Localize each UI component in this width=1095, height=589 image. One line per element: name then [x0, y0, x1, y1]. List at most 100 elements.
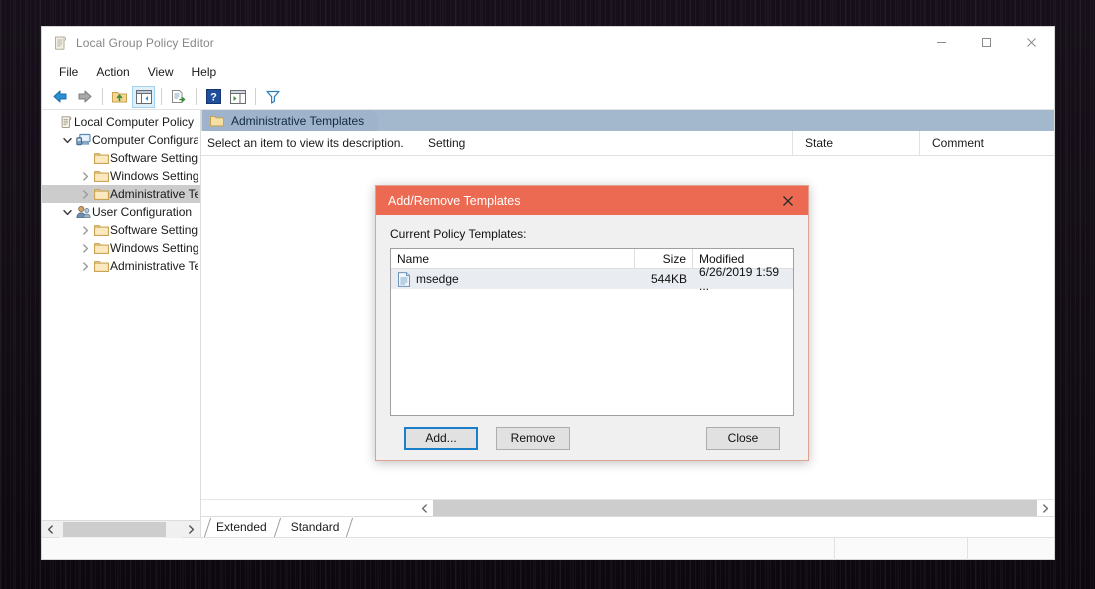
tab-standard-label: Standard	[290, 519, 340, 534]
details-scroll-thumb[interactable]	[433, 500, 1037, 516]
help-icon[interactable]: ?	[202, 86, 225, 108]
tree-item-software-settings[interactable]: Software Settings	[42, 221, 200, 239]
local-group-policy-editor-window: Local Group Policy Editor File Action Vi…	[41, 26, 1055, 560]
folder-icon	[93, 188, 110, 201]
up-folder-icon[interactable]	[108, 86, 131, 108]
minimize-button[interactable]	[919, 27, 964, 59]
templates-column-name[interactable]: Name	[391, 249, 635, 268]
menu-bar: File Action View Help	[42, 59, 1054, 84]
chevron-right-icon[interactable]	[1037, 499, 1054, 517]
tree-item-user-configuration[interactable]: User Configuration	[42, 203, 200, 221]
templates-list-view[interactable]: Name Size Modified msedge 544KB 6/26/2019 …	[390, 248, 794, 416]
tab-extended[interactable]: Extended	[203, 516, 281, 537]
tree-item-label: Windows Setting	[110, 169, 198, 183]
chevron-left-icon[interactable]	[416, 499, 433, 517]
status-bar	[42, 537, 1054, 560]
add-remove-templates-dialog: Add/Remove Templates Current Policy Temp…	[375, 185, 809, 461]
tree-item-windows-setting[interactable]: Windows Setting	[42, 239, 200, 257]
tree-horizontal-scrollbar[interactable]	[42, 520, 200, 538]
dialog-close-button[interactable]	[768, 186, 808, 215]
chevron-right-icon[interactable]	[78, 225, 93, 235]
dialog-title-bar: Add/Remove Templates	[376, 186, 808, 215]
svg-text:?: ?	[210, 92, 217, 104]
details-header-tab: Administrative Templates	[201, 110, 379, 131]
tree-item-label: Administrative Te	[110, 187, 198, 201]
window-title: Local Group Policy Editor	[76, 35, 214, 50]
chevron-right-icon[interactable]	[78, 243, 93, 253]
tab-slash-right	[346, 518, 354, 537]
close-dialog-button[interactable]: Close	[706, 426, 780, 450]
tab-slash-left	[203, 518, 212, 537]
menu-help[interactable]: Help	[183, 62, 226, 82]
back-icon[interactable]	[49, 86, 72, 108]
templates-column-size[interactable]: Size	[635, 249, 693, 268]
user-icon	[75, 205, 92, 219]
show-hide-tree-icon[interactable]	[132, 85, 155, 108]
window-controls	[919, 27, 1054, 59]
chevron-right-icon[interactable]	[78, 189, 93, 199]
column-header-comment[interactable]: Comment	[920, 131, 1054, 155]
details-header-title: Administrative Templates	[231, 113, 365, 128]
properties-icon[interactable]	[226, 86, 249, 108]
tree-item-local-computer-policy[interactable]: Local Computer Policy	[42, 113, 200, 131]
chevron-down-icon[interactable]	[60, 208, 75, 217]
tree-item-software-settings[interactable]: Software Settings	[42, 149, 200, 167]
details-header-fill	[378, 110, 1054, 131]
toolbar-separator	[196, 88, 197, 105]
tab-extended-label: Extended	[216, 519, 267, 534]
export-list-icon[interactable]	[167, 86, 190, 108]
status-cell-3	[968, 538, 1054, 560]
console-tree[interactable]: Local Computer Policy Computer Configura S…	[42, 110, 200, 520]
filter-icon[interactable]	[261, 86, 284, 108]
tree-item-administrative-te[interactable]: Administrative Te	[42, 185, 200, 203]
title-bar: Local Group Policy Editor	[42, 27, 1054, 59]
tree-scroll-thumb[interactable]	[63, 521, 166, 537]
console-tree-pane: Local Computer Policy Computer Configura S…	[42, 110, 201, 538]
chevron-right-icon[interactable]	[183, 521, 200, 538]
tree-item-label: Software Settings	[110, 151, 198, 165]
toolbar-separator	[255, 88, 256, 105]
template-file-icon	[397, 271, 411, 287]
template-row[interactable]: msedge 544KB 6/26/2019 1:59 ...	[391, 265, 793, 293]
tree-item-windows-setting[interactable]: Windows Setting	[42, 167, 200, 185]
computer-icon	[75, 133, 92, 147]
add-button[interactable]: Add...	[404, 426, 478, 450]
details-scroll-track[interactable]	[433, 500, 1037, 516]
toolbar: ?	[42, 84, 1054, 110]
column-header-setting[interactable]: Setting	[416, 131, 793, 155]
menu-view[interactable]: View	[139, 62, 183, 82]
template-name: msedge	[416, 272, 459, 286]
dialog-button-row: Add... Remove Close	[390, 416, 794, 460]
tree-item-label: User Configuration	[92, 205, 193, 219]
maximize-button[interactable]	[964, 27, 1009, 59]
tree-item-label: Software Settings	[110, 223, 198, 237]
folder-icon	[210, 115, 224, 127]
close-button[interactable]	[1009, 27, 1054, 59]
details-horizontal-scrollbar[interactable]	[201, 499, 1054, 517]
tree-item-label: Local Computer Policy	[74, 115, 195, 129]
remove-button[interactable]: Remove	[496, 426, 570, 450]
menu-file[interactable]: File	[50, 62, 87, 82]
folder-icon	[93, 260, 110, 273]
tab-standard[interactable]: Standard	[280, 516, 354, 537]
template-size-cell: 544KB	[650, 272, 687, 286]
template-name-cell: msedge	[391, 269, 635, 289]
tree-item-computer-configura[interactable]: Computer Configura	[42, 131, 200, 149]
chevron-left-icon[interactable]	[42, 521, 59, 538]
policy-scroll-icon	[52, 35, 68, 51]
chevron-down-icon[interactable]	[60, 136, 75, 145]
chevron-right-icon[interactable]	[78, 261, 93, 271]
forward-icon[interactable]	[73, 86, 96, 108]
tree-scroll-track[interactable]	[59, 520, 183, 538]
chevron-right-icon[interactable]	[78, 171, 93, 181]
column-header-row: Select an item to view its description. …	[201, 131, 1054, 156]
policy-scroll-icon	[57, 115, 74, 129]
tree-item-administrative-te[interactable]: Administrative Te	[42, 257, 200, 275]
folder-icon	[93, 170, 110, 183]
view-tab-strip: Extended Standard	[201, 516, 1054, 537]
column-header-state[interactable]: State	[793, 131, 920, 155]
current-policy-templates-label: Current Policy Templates:	[390, 227, 527, 241]
dialog-body: Current Policy Templates: Name Size Modi…	[376, 215, 808, 460]
menu-action[interactable]: Action	[87, 62, 138, 82]
tree-item-label: Windows Setting	[110, 241, 198, 255]
